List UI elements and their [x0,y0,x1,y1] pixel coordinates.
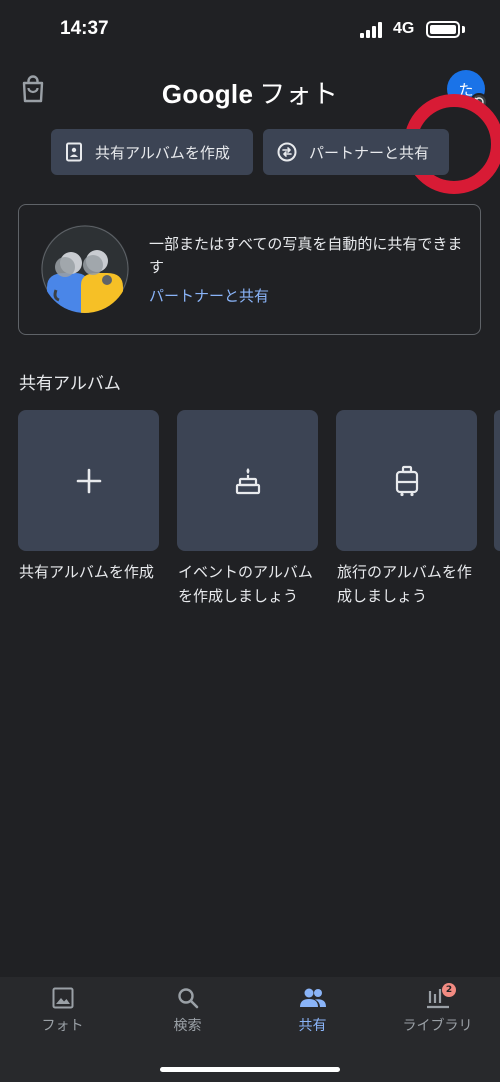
plus-icon [76,468,101,493]
partner-share-card[interactable]: 一部またはすべての写真を自動的に共有できます パートナーと共有 [18,204,481,335]
status-time: 14:37 [60,18,109,39]
logo-google: Google [161,79,254,109]
battery-tip [462,26,465,33]
nav-library[interactable]: ライブラリ [375,977,500,1047]
share-with-partner-chip[interactable]: パートナーと共有 [263,129,449,175]
nav-search[interactable]: 検索 [125,977,250,1047]
nav-photos[interactable]: フォト [0,977,125,1047]
album-label: 旅行のアルバムを作成しましょう [337,563,472,605]
home-indicator[interactable] [160,1067,340,1072]
network-type: 4G [393,20,415,37]
nav-label: 検索 [173,1018,202,1034]
app-header: Google フォト た [0,60,500,194]
chip-label: 共有アルバムを作成 [95,143,230,162]
shared-albums-heading: 共有アルバム [19,374,121,394]
album-label: イベントのアルバムを作成しましょう [178,563,313,605]
shared-album-icon [66,142,82,162]
cake-icon [235,467,260,494]
logo-photos: フォト [259,80,339,110]
sharing-people-icon [299,988,326,1007]
album-label: 共有アルバムを作成 [19,563,154,581]
nav-sharing[interactable]: 共有 [250,977,375,1047]
signal-strength-icon [360,22,386,38]
event-album-tile[interactable] [177,410,318,551]
nav-label: フォト [41,1018,84,1034]
create-shared-album-tile[interactable] [18,410,159,551]
luggage-icon [395,465,418,496]
library-notification-badge: 2 [442,983,456,997]
battery-icon [426,21,460,38]
partner-illustration [41,225,129,313]
card-description: 一部またはすべての写真を自動的に共有できます [149,235,463,276]
status-bar: 14:37 4G [0,0,500,60]
photo-icon [52,987,73,1009]
nav-label: ライブラリ [402,1018,473,1034]
share-with-partner-link[interactable]: パートナーと共有 [149,285,269,306]
album-tile-partial[interactable] [494,410,500,551]
chip-label: パートナーと共有 [309,143,430,162]
nav-label: 共有 [298,1018,327,1034]
travel-album-tile[interactable] [336,410,477,551]
create-shared-album-chip[interactable]: 共有アルバムを作成 [51,129,253,175]
search-icon [177,988,198,1009]
partner-share-icon [277,142,297,162]
